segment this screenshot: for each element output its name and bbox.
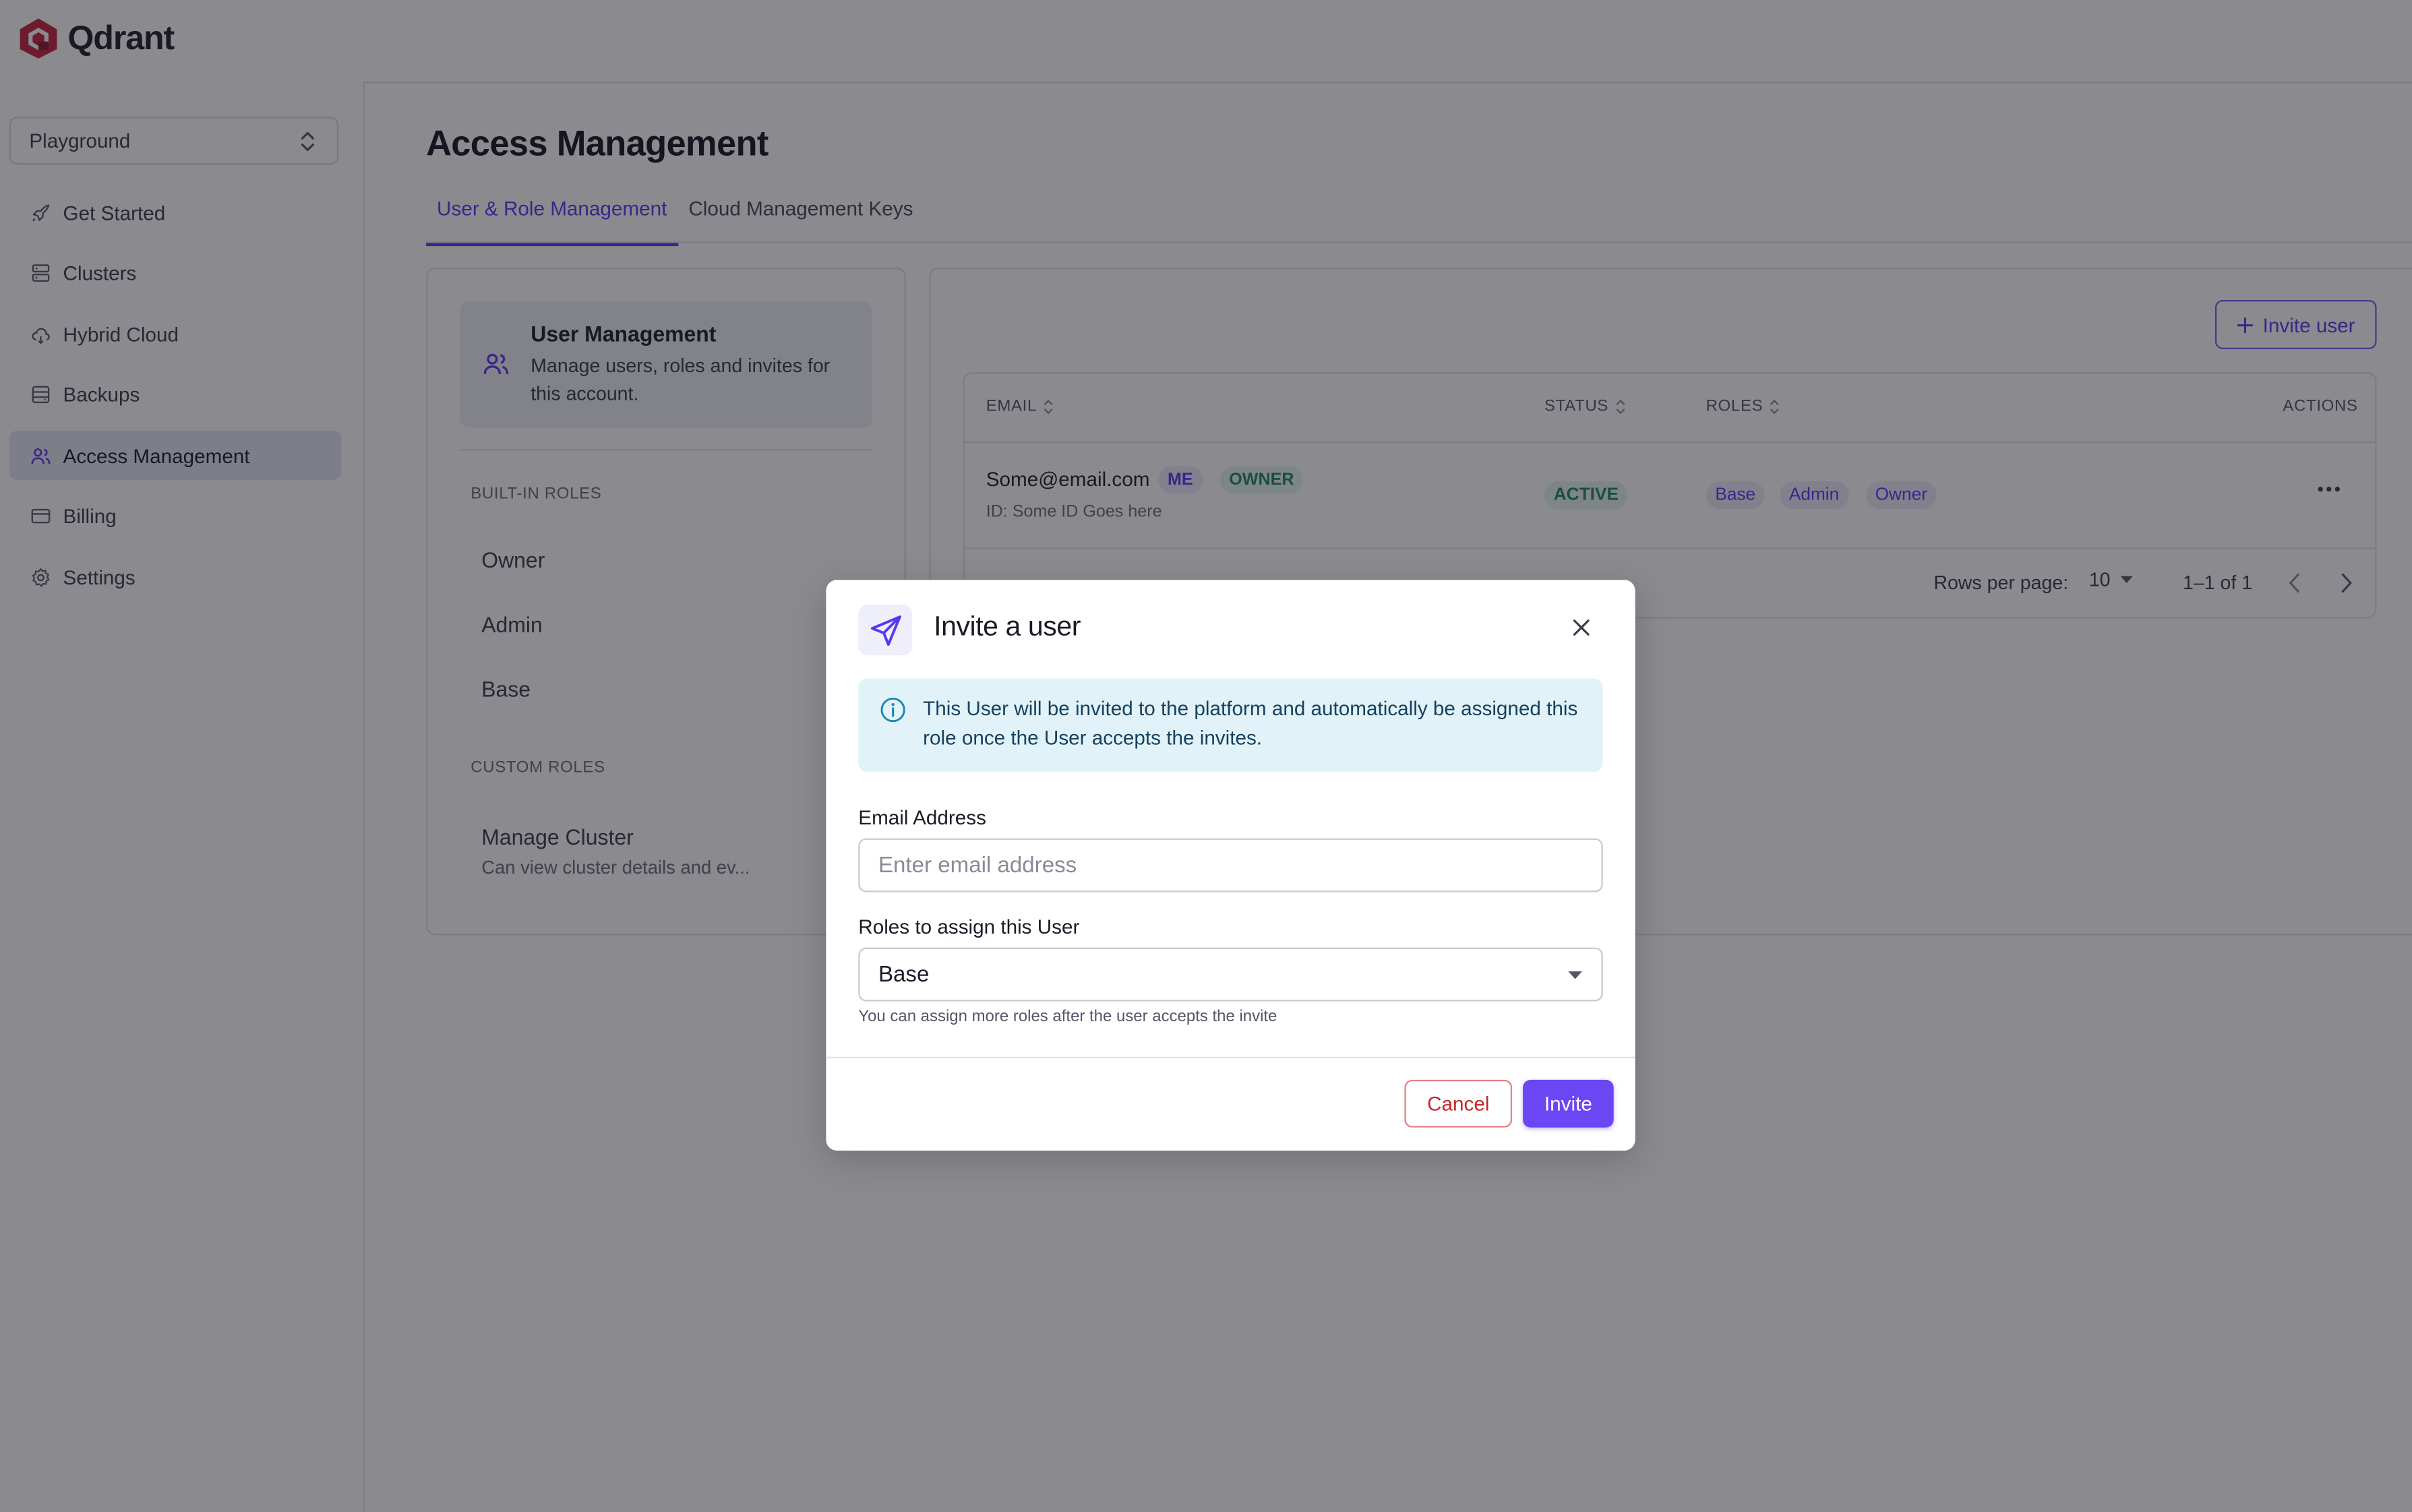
dialog-divider — [826, 1056, 1635, 1058]
email-field[interactable] — [858, 838, 1603, 893]
info-icon — [880, 697, 906, 723]
invite-button[interactable]: Invite — [1523, 1079, 1614, 1128]
cancel-button[interactable]: Cancel — [1404, 1079, 1513, 1128]
info-alert: This User will be invited to the platfor… — [858, 678, 1603, 773]
dialog-title: Invite a user — [934, 610, 1081, 642]
send-icon — [858, 604, 913, 656]
roles-helper-text: You can assign more roles after the user… — [858, 1007, 1277, 1027]
invite-user-dialog: Invite a user This User will be invited … — [826, 580, 1635, 1151]
roles-label: Roles to assign this User — [858, 915, 1080, 938]
roles-select[interactable]: Base — [858, 947, 1603, 1002]
close-icon[interactable] — [1572, 618, 1590, 636]
email-label: Email Address — [858, 806, 986, 829]
caret-down-icon — [1568, 970, 1582, 979]
info-message: This User will be invited to the platfor… — [923, 696, 1578, 749]
roles-select-value: Base — [878, 962, 930, 987]
